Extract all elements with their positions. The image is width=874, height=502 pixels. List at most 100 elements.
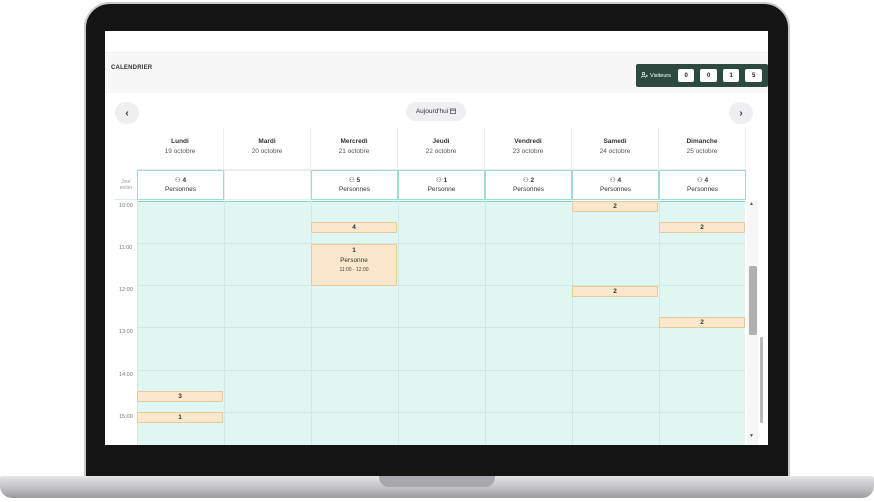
calendar-event[interactable]: 2: [572, 201, 658, 212]
day-name: Jeudi: [432, 138, 450, 145]
day-header-monday: Lundi 19 octobre: [137, 128, 224, 170]
visitor-count-box: 0: [677, 69, 695, 82]
laptop-notch: [379, 476, 495, 487]
calendar-event[interactable]: 2: [572, 286, 658, 297]
visitors-icon: [641, 71, 648, 80]
people-icon: ⚇: [522, 177, 529, 184]
day-name: Dimanche: [686, 138, 718, 145]
calendar-icon: [450, 108, 457, 116]
people-icon: ⚇: [696, 177, 703, 184]
calendar-event-detailed[interactable]: 1 Personne 11:00 - 12:00: [311, 244, 397, 286]
allday-event[interactable]: ⚇ 4 Personnes: [659, 170, 746, 200]
hour-label: 10:00: [119, 203, 133, 209]
allday-count-value: 2: [530, 177, 535, 184]
day-header-tuesday: Mardi 20 octobre: [224, 128, 311, 170]
day-name: Mercredi: [340, 138, 368, 145]
column-divider: [224, 201, 225, 445]
day-header-thursday: Jeudi 22 octobre: [398, 128, 485, 170]
prev-week-button[interactable]: ‹: [115, 102, 139, 124]
hour-line: [137, 243, 745, 244]
day-name: Samedi: [603, 138, 627, 145]
hour-label: 13:00: [119, 329, 133, 335]
allday-count: ⚇ 4: [138, 176, 223, 184]
hour-line: [137, 370, 745, 371]
page-title: CALENDRIER: [111, 65, 153, 71]
time-grid[interactable]: 10:00 11:00 12:00 13:00 14:00 15:00 2 4 …: [115, 201, 758, 445]
hour-line: [137, 412, 745, 413]
day-name: Lundi: [171, 138, 189, 145]
scroll-down-icon[interactable]: ▼: [749, 433, 754, 439]
allday-label: Jour entier: [115, 170, 137, 200]
top-bar: [105, 31, 768, 53]
scroll-up-icon[interactable]: ▲: [749, 201, 754, 207]
allday-text: Personnes: [512, 186, 545, 193]
visitors-label-wrap: Visiteurs: [641, 71, 678, 80]
allday-event[interactable]: ⚇ 4 Personnes: [572, 170, 659, 200]
hour-label: 15:00: [119, 414, 133, 420]
grid-scrollbar[interactable]: ▲ ▼: [747, 201, 758, 445]
page-scrollbar[interactable]: [758, 201, 764, 445]
event-count: 1: [352, 247, 356, 254]
visitors-panel: Visiteurs 0 0 1 5: [636, 64, 768, 87]
grid-background: [137, 201, 745, 445]
allday-count: ⚇ 4: [573, 176, 658, 184]
day-date: 21 octobre: [338, 148, 370, 155]
column-divider: [137, 201, 138, 445]
allday-count: ⚇ 1: [399, 176, 484, 184]
day-name: Mardi: [258, 138, 276, 145]
people-icon: ⚇: [174, 177, 181, 184]
column-divider: [311, 201, 312, 445]
allday-count-value: 4: [182, 177, 187, 184]
allday-text: Personnes: [599, 186, 632, 193]
next-week-button[interactable]: ›: [729, 102, 753, 124]
visitor-count-box: 5: [745, 69, 762, 82]
page-scroll-thumb[interactable]: [760, 337, 763, 423]
allday-event[interactable]: ⚇ 5 Personnes: [311, 170, 398, 200]
calendar-event[interactable]: 1: [137, 412, 223, 423]
allday-text: Personnes: [686, 186, 719, 193]
today-button[interactable]: Aujourd'hui: [406, 102, 466, 121]
allday-text: Personnes: [338, 186, 371, 193]
allday-event[interactable]: ⚇ 2 Personnes: [485, 170, 572, 200]
hour-line: [137, 327, 745, 328]
people-icon: ⚇: [435, 177, 442, 184]
scroll-thumb[interactable]: [749, 266, 757, 335]
allday-count: ⚇ 2: [486, 176, 571, 184]
allday-text: Personnes: [164, 186, 197, 193]
today-label: Aujourd'hui: [415, 108, 449, 115]
column-divider: [485, 201, 486, 445]
day-date: 19 octobre: [164, 148, 196, 155]
day-header-wednesday: Mercredi 21 octobre: [311, 128, 398, 170]
day-header-sunday: Dimanche 25 octobre: [659, 128, 746, 170]
people-icon: ⚇: [348, 177, 355, 184]
column-divider: [572, 201, 573, 445]
calendar-event[interactable]: 4: [311, 222, 397, 233]
day-date: 24 octobre: [599, 148, 631, 155]
chevron-left-icon: ‹: [125, 107, 129, 119]
allday-event[interactable]: ⚇ 1 Personne: [398, 170, 485, 200]
calendar-event[interactable]: 2: [659, 222, 745, 233]
screen: CALENDRIER Visiteurs 0 0 1 5 ‹ Aujourd'h…: [105, 31, 768, 445]
calendar-nav: ‹ Aujourd'hui ›: [115, 99, 758, 127]
allday-count-value: 4: [704, 177, 709, 184]
hour-label: 11:00: [119, 245, 133, 251]
day-date: 20 octobre: [251, 148, 283, 155]
day-header-saturday: Samedi 24 octobre: [572, 128, 659, 170]
visitor-count-box: 0: [700, 69, 717, 82]
hour-label: 12:00: [119, 287, 133, 293]
day-date: 25 octobre: [686, 148, 718, 155]
visitor-count-box: 1: [722, 69, 740, 82]
day-header-friday: Vendredi 23 octobre: [485, 128, 572, 170]
allday-count: ⚇ 5: [312, 176, 397, 184]
calendar-event[interactable]: 3: [137, 391, 223, 402]
calendar-card: ‹ Aujourd'hui › Lundi 19 octobre Mardi 2…: [115, 99, 758, 445]
calendar-event[interactable]: 2: [659, 317, 745, 328]
allday-event[interactable]: ⚇ 4 Personnes: [137, 170, 224, 200]
allday-count-value: 1: [443, 177, 448, 184]
allday-text: Personne: [427, 186, 456, 193]
people-icon: ⚇: [609, 177, 616, 184]
allday-count-value: 5: [356, 177, 361, 184]
page-header: CALENDRIER Visiteurs 0 0 1 5: [105, 53, 768, 93]
day-name: Vendredi: [514, 138, 542, 145]
event-text: Personne: [340, 257, 368, 264]
